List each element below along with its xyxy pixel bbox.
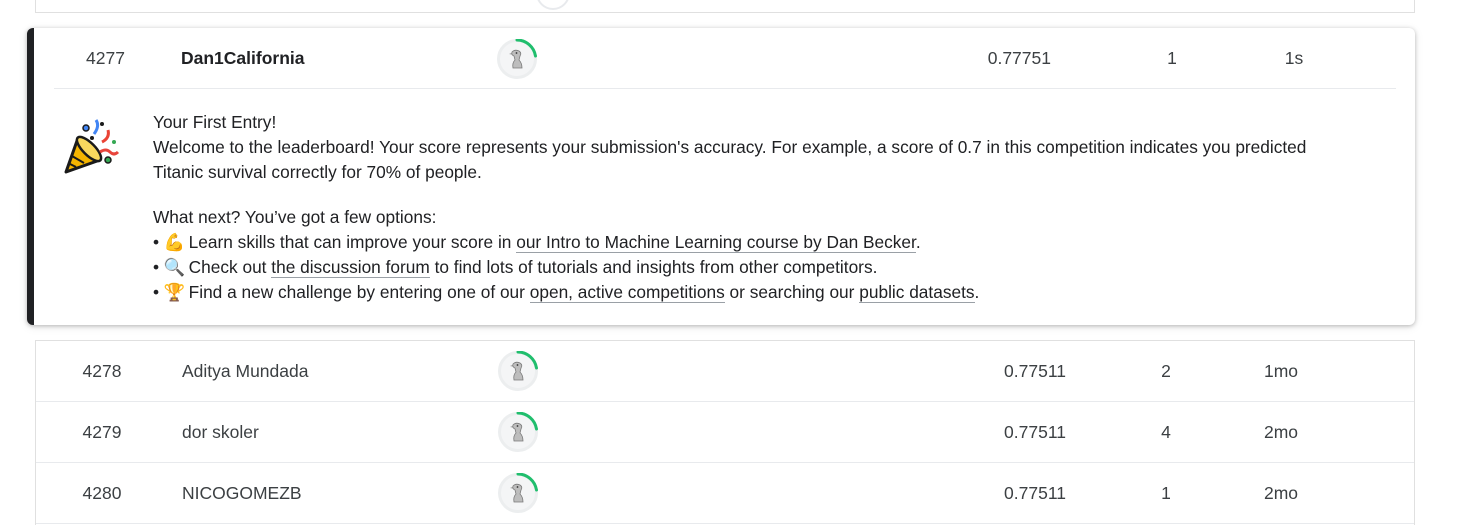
avatar[interactable]	[497, 28, 537, 89]
table-row[interactable]: 4279 dor skoler 0.77511 4 2mo	[36, 402, 1414, 463]
rank: 4278	[82, 360, 122, 381]
option-text: to find lots of tutorials and insights f…	[429, 257, 878, 277]
option-text: .	[915, 232, 921, 252]
rank: 4277	[86, 48, 125, 68]
table-row[interactable]: 4280 NICOGOMEZB 0.77511 1 2mo	[36, 463, 1414, 524]
avatar-circle	[497, 38, 537, 79]
public-datasets-link[interactable]: public datasets	[859, 282, 975, 303]
option-discussion: • 🔍 Check out the discussion forum to fi…	[153, 255, 1353, 280]
entries-count: 1	[1167, 48, 1177, 68]
option-text: Learn skills that can improve your score…	[188, 232, 517, 252]
entries-count: 2	[1161, 360, 1171, 381]
avatar-circle	[498, 473, 538, 513]
score: 0.77511	[1004, 421, 1066, 442]
option-challenge: • 🏆 Find a new challenge by entering one…	[153, 280, 1353, 305]
entries-count: 4	[1161, 421, 1171, 442]
last-submission: 1s	[1284, 48, 1304, 68]
bird-avatar-icon	[510, 483, 524, 503]
option-learn: • 💪 Learn skills that can improve your s…	[153, 230, 1353, 255]
avatar[interactable]	[498, 402, 538, 462]
entries-count: 1	[1161, 482, 1171, 503]
option-text: or searching our	[724, 282, 860, 302]
avatar-circle	[498, 412, 538, 452]
message-title: Your First Entry!	[153, 112, 277, 132]
trophy-icon: 🏆	[163, 282, 186, 302]
divider	[54, 88, 1396, 89]
next-intro: What next? You’ve got a few options:	[153, 207, 437, 227]
last-submission: 2mo	[1263, 482, 1299, 503]
table-row[interactable]: 4278 Aditya Mundada 0.77511 2 1mo	[36, 341, 1414, 402]
score: 0.77751	[987, 48, 1051, 68]
avatar[interactable]	[498, 341, 538, 401]
magnifying-glass-icon: 🔍	[163, 257, 186, 277]
last-submission: 2mo	[1263, 421, 1299, 442]
score: 0.77511	[1004, 360, 1066, 381]
avatar-circle	[498, 351, 538, 391]
option-text: Find a new challenge by entering one of …	[188, 282, 530, 302]
team-name[interactable]: dor skoler	[182, 402, 259, 462]
team-name[interactable]: Dan1California	[181, 28, 305, 89]
intro-ml-course-link[interactable]: our Intro to Machine Learning course by …	[516, 232, 916, 253]
leaderboard-table: 4278 Aditya Mundada 0.77511 2 1mo 4279 d…	[35, 340, 1415, 525]
current-entry-card: 4277 Dan1California 0.77751 1 1s Your Fi…	[27, 28, 1415, 325]
bird-avatar-icon	[510, 361, 524, 381]
score: 0.77511	[1004, 482, 1066, 503]
bird-avatar-icon	[510, 422, 524, 442]
bird-avatar-icon	[509, 49, 523, 68]
avatar[interactable]	[498, 463, 538, 523]
option-text: Check out	[188, 257, 272, 277]
active-competitions-link[interactable]: open, active competitions	[529, 282, 725, 303]
message-welcome: Welcome to the leaderboard! Your score r…	[153, 137, 1307, 182]
last-submission: 1mo	[1263, 360, 1299, 381]
rank: 4280	[82, 482, 122, 503]
rank: 4279	[82, 421, 122, 442]
discussion-forum-link[interactable]: the discussion forum	[271, 257, 430, 278]
previous-row-stub	[35, 0, 1415, 13]
avatar	[536, 0, 570, 10]
party-popper-icon	[64, 119, 120, 174]
flexed-biceps-icon: 💪	[163, 232, 186, 252]
current-entry-row[interactable]: 4277 Dan1California 0.77751 1 1s	[34, 28, 1415, 89]
team-name[interactable]: Aditya Mundada	[182, 341, 308, 401]
team-name[interactable]: NICOGOMEZB	[182, 463, 302, 523]
first-entry-message: Your First Entry! Welcome to the leaderb…	[153, 110, 1353, 305]
option-text: .	[974, 282, 980, 302]
